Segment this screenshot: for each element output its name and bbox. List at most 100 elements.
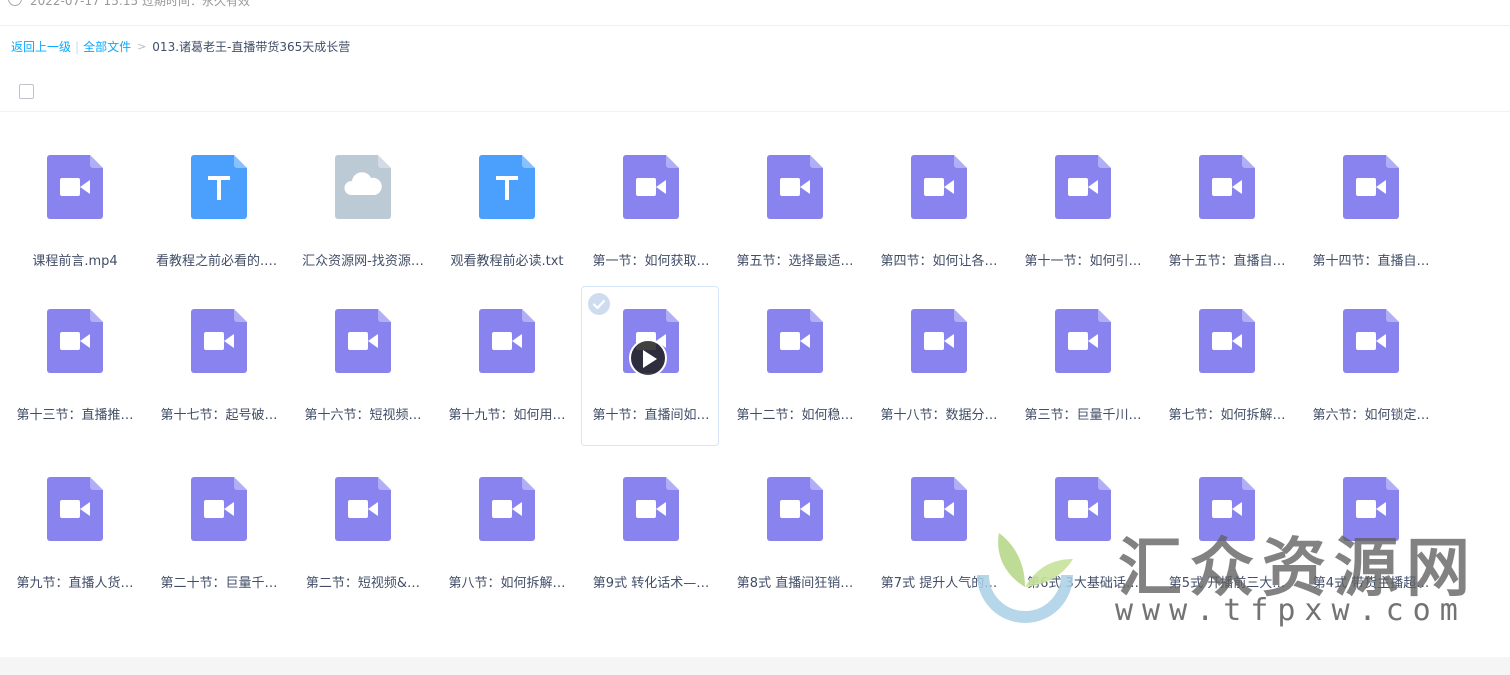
file-name: 第十四节：直播自… [1312,254,1430,269]
file-name: 第十三节：直播推… [16,408,134,423]
file-item[interactable]: 第九节：直播人货… [5,454,143,614]
cloud-file-icon [335,155,391,219]
file-name: 第十八节：数据分… [880,408,998,423]
video-file-icon [1055,155,1111,219]
file-name: 第十六节：短视频… [304,408,422,423]
file-name: 第一节：如何获取… [592,254,710,269]
video-file-icon [335,309,391,373]
file-item[interactable]: 第6式 3大基础话… [1013,454,1151,614]
file-item[interactable]: 看教程之前必看的.txt [149,132,287,292]
all-files-link[interactable]: 全部文件 [83,38,131,55]
video-file-icon [911,155,967,219]
file-name: 第十一节：如何引… [1024,254,1142,269]
file-item[interactable]: 第4式 带货主播超… [1301,454,1439,614]
file-item[interactable]: 第十节：直播间如… [581,286,719,446]
file-item[interactable]: 第四节：如何让各… [869,132,1007,292]
text-file-icon [479,155,535,219]
video-file-icon [1343,309,1399,373]
file-name: 第七节：如何拆解… [1168,408,1286,423]
share-meta-text: 2022-07-17 15:15 过期时间：永久有效 [30,0,250,8]
file-name: 第六节：如何锁定… [1312,408,1430,423]
file-item[interactable]: 第十四节：直播自… [1301,132,1439,292]
footer-band [0,657,1510,675]
file-item[interactable]: 汇众资源网-找资源… [293,132,431,292]
select-all-checkbox[interactable] [19,84,34,99]
video-file-icon [623,477,679,541]
file-item[interactable]: 第一节：如何获取… [581,132,719,292]
file-name: 第三节：巨量千川… [1024,408,1142,423]
file-item[interactable]: 第8式 直播间狂销… [725,454,863,614]
file-item[interactable]: 第三节：巨量千川… [1013,286,1151,446]
file-item[interactable]: 第二节：短视频&… [293,454,431,614]
back-link[interactable]: 返回上一级 [11,38,71,55]
breadcrumb-separator: > [137,40,147,53]
file-name: 第九节：直播人货… [16,576,134,591]
selected-check-icon[interactable] [588,293,610,315]
file-name: 观看教程前必读.txt [450,254,564,269]
video-file-icon [191,477,247,541]
video-file-icon [767,477,823,541]
video-file-icon [767,309,823,373]
video-file-icon [1199,155,1255,219]
file-name: 第十节：直播间如… [592,408,710,423]
file-item[interactable]: 观看教程前必读.txt [437,132,575,292]
video-file-icon [191,309,247,373]
file-item[interactable]: 第5式 开播前三大… [1157,454,1295,614]
file-item[interactable]: 第十七节：起号破… [149,286,287,446]
file-name: 汇众资源网-找资源… [302,254,424,269]
file-item[interactable]: 第十八节：数据分… [869,286,1007,446]
video-file-icon [1199,477,1255,541]
video-file-icon [1199,309,1255,373]
file-name: 第9式 转化话术—… [592,576,710,591]
video-file-icon [911,477,967,541]
breadcrumb: 返回上一级 | 全部文件 > 013.诸葛老王-直播带货365天成长营 [11,38,350,55]
file-name: 看教程之前必看的.txt [156,254,283,269]
file-item[interactable]: 第十三节：直播推… [5,286,143,446]
file-item[interactable]: 第二十节：巨量千… [149,454,287,614]
video-file-icon [479,309,535,373]
file-item[interactable]: 第五节：选择最适… [725,132,863,292]
file-item[interactable]: 第七节：如何拆解… [1157,286,1295,446]
file-name: 第6式 3大基础话… [1027,576,1139,591]
file-name: 第十二节：如何稳… [736,408,854,423]
file-name: 第四节：如何让各… [880,254,998,269]
video-file-icon [1055,477,1111,541]
file-name: 第8式 直播间狂销… [736,576,854,591]
video-file-icon [479,477,535,541]
file-name: 第十九节：如何用… [448,408,566,423]
breadcrumb-divider: | [75,39,80,54]
file-item[interactable]: 第六节：如何锁定… [1301,286,1439,446]
play-icon[interactable] [629,339,667,377]
file-item[interactable]: 第十九节：如何用… [437,286,575,446]
file-name: 课程前言.mp4 [32,254,118,269]
file-name: 第十七节：起号破… [160,408,278,423]
file-item[interactable]: 第十六节：短视频… [293,286,431,446]
file-item[interactable]: 第十二节：如何稳… [725,286,863,446]
file-name: 第二节：短视频&… [305,576,421,591]
video-file-icon [1055,309,1111,373]
file-item[interactable]: 第9式 转化话术—… [581,454,719,614]
file-item[interactable]: 第十五节：直播自… [1157,132,1295,292]
current-folder-label: 013.诸葛老王-直播带货365天成长营 [152,40,351,54]
file-name: 第5式 开播前三大… [1168,576,1286,591]
video-file-icon [47,477,103,541]
file-name: 第十五节：直播自… [1168,254,1286,269]
file-name: 第八节：如何拆解… [448,576,566,591]
video-file-icon [911,309,967,373]
video-file-icon [335,477,391,541]
top-info-bar: 2022-07-17 15:15 过期时间：永久有效 [0,0,1510,26]
file-name: 第7式 提升人气的… [880,576,998,591]
file-name: 第二十节：巨量千… [160,576,278,591]
video-file-icon [47,309,103,373]
file-item[interactable]: 课程前言.mp4 [5,132,143,292]
video-file-icon [1343,477,1399,541]
video-file-icon [47,155,103,219]
select-all-row [0,72,1510,112]
file-item[interactable]: 第八节：如何拆解… [437,454,575,614]
file-item[interactable]: 第十一节：如何引… [1013,132,1151,292]
text-file-icon [191,155,247,219]
clock-icon [8,0,22,6]
video-file-icon [1343,155,1399,219]
video-file-icon [767,155,823,219]
file-item[interactable]: 第7式 提升人气的… [869,454,1007,614]
